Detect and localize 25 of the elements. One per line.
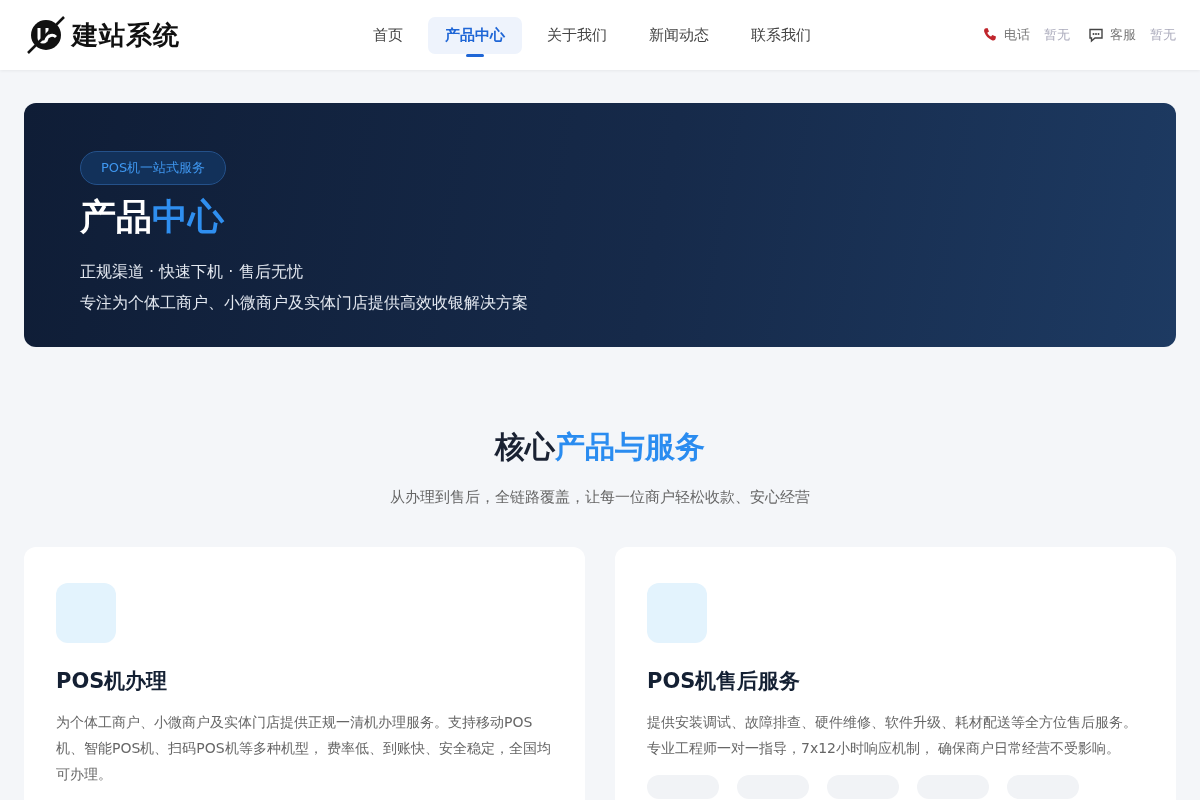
section-subtitle: 从办理到售后，全链路覆盖，让每一位商户轻松收款、安心经营 (389, 488, 811, 507)
card-title: POS机售后服务 (647, 668, 802, 695)
nav-link[interactable]: 关于我们 (530, 16, 624, 54)
section-title: 核心产品与服务 (493, 428, 706, 466)
nav-link[interactable]: 首页 (356, 16, 420, 54)
nav-link[interactable]: 联系我们 (734, 16, 828, 54)
hero-tagline: 正规渠道 · 快速下机 · 售后无忧 (80, 262, 304, 283)
hero-description: 专注为个体工商户、小微商户及实体门店提供高效收银解决方案 (80, 293, 529, 314)
card-description: 为个体工商户、小微商户及实体门店提供正规一清机办理服务。支持移动POS机、智能POS机、扫码POS机等多种机型， 费率低、到账快、安全稳定，全国均可办理。 (56, 713, 552, 784)
card-title: POS机办理 (56, 668, 169, 695)
nav-link[interactable]: 新闻动态 (632, 16, 726, 54)
phone-icon (982, 27, 998, 43)
nav-link[interactable]: 产品中心 (428, 16, 522, 54)
hero-title: 产品中心 (80, 195, 225, 239)
chat-icon (1088, 27, 1104, 43)
contact-value: 暂无 (1044, 26, 1070, 44)
icon-tile (647, 583, 707, 643)
logo-icon (26, 15, 66, 55)
hero-badge: POS机一站式服务 (80, 151, 227, 185)
contact-value: 暂无 (1150, 26, 1176, 44)
icon-tile (56, 583, 116, 643)
card-description: 提供安装调试、故障排查、硬件维修、软件升级、耗材配送等全方位售后服务。专业工程师一对一指导，7x12小时响应机制， 确保商户日常经营不受影响。 (647, 713, 1138, 758)
contact-label: 电话 (1004, 26, 1030, 44)
contact-label: 客服 (1110, 26, 1136, 44)
logo-text[interactable]: 建站系统 (72, 17, 180, 53)
